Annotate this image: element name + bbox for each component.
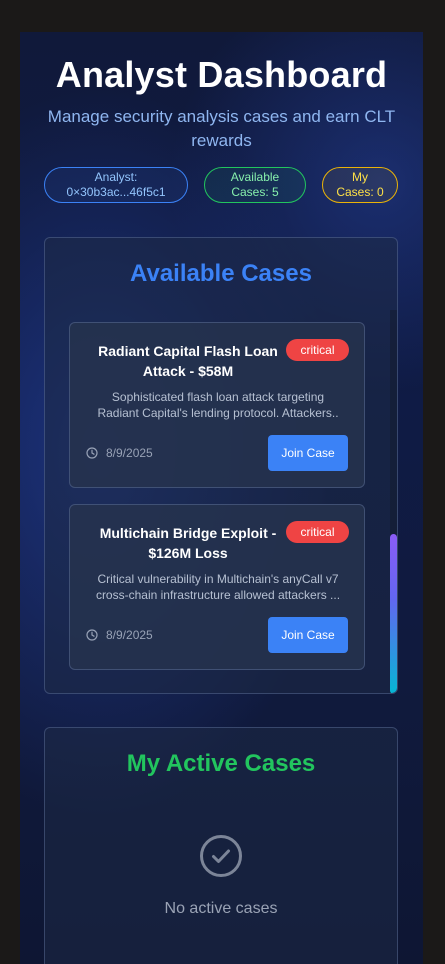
severity-badge: critical — [286, 521, 349, 543]
analyst-label: Analyst: — [94, 170, 138, 184]
my-cases-count-badge: My Cases: 0 — [322, 167, 398, 203]
case-description: Critical vulnerability in Multichain's a… — [84, 571, 352, 603]
available-cases-panel: Available Cases Radiant Capital Flash Lo… — [44, 237, 398, 694]
my-count-label: My — [351, 170, 368, 184]
case-description-line: Critical vulnerability in Multichain's a… — [97, 572, 339, 586]
case-date: 8/9/2025 — [86, 445, 153, 461]
clock-icon — [86, 447, 98, 459]
case-description-line: Sophisticated flash loan attack targetin… — [111, 390, 325, 404]
check-circle-icon — [200, 835, 242, 877]
available-cases-title: Available Cases — [130, 260, 312, 287]
cases-scrollbar[interactable] — [390, 310, 397, 693]
case-description: Sophisticated flash loan attack targetin… — [84, 389, 352, 421]
case-date-text: 8/9/2025 — [106, 446, 153, 460]
case-description-line: cross-chain infrastructure allowed attac… — [95, 588, 341, 602]
available-count-value: Cases: 5 — [231, 185, 279, 199]
empty-state-text: No active cases — [164, 900, 278, 917]
case-date: 8/9/2025 — [86, 627, 153, 643]
case-date-text: 8/9/2025 — [106, 628, 153, 642]
clock-icon — [86, 629, 98, 641]
cases-scrollbar-thumb[interactable] — [390, 534, 397, 693]
available-count-label: Available — [230, 170, 280, 184]
dashboard-page: Analyst Dashboard Manage security analys… — [20, 32, 423, 964]
severity-badge: critical — [286, 339, 349, 361]
page-title: Analyst Dashboard — [55, 54, 388, 95]
active-cases-panel: My Active Cases No active cases — [44, 727, 398, 964]
analyst-address: 0×30b3ac...46f5c1 — [66, 185, 166, 199]
case-title: Multichain Bridge Exploit - $126M Loss — [99, 525, 277, 561]
case-card: Multichain Bridge Exploit - $126M Loss c… — [69, 504, 365, 670]
case-card: Radiant Capital Flash Loan Attack - $58M… — [69, 322, 365, 488]
active-cases-title: My Active Cases — [126, 750, 316, 777]
case-description-line: Radiant Capital's lending protocol. Atta… — [97, 406, 339, 420]
analyst-address-badge: Analyst: 0×30b3ac...46f5c1 — [44, 167, 188, 203]
available-cases-count-badge: Available Cases: 5 — [204, 167, 306, 203]
join-case-button[interactable]: Join Case — [268, 435, 348, 471]
join-case-button[interactable]: Join Case — [268, 617, 348, 653]
page-subtitle: Manage security analysis cases and earn … — [47, 107, 396, 150]
my-count-value: Cases: 0 — [336, 185, 384, 199]
case-title: Radiant Capital Flash Loan Attack - $58M — [98, 343, 278, 379]
